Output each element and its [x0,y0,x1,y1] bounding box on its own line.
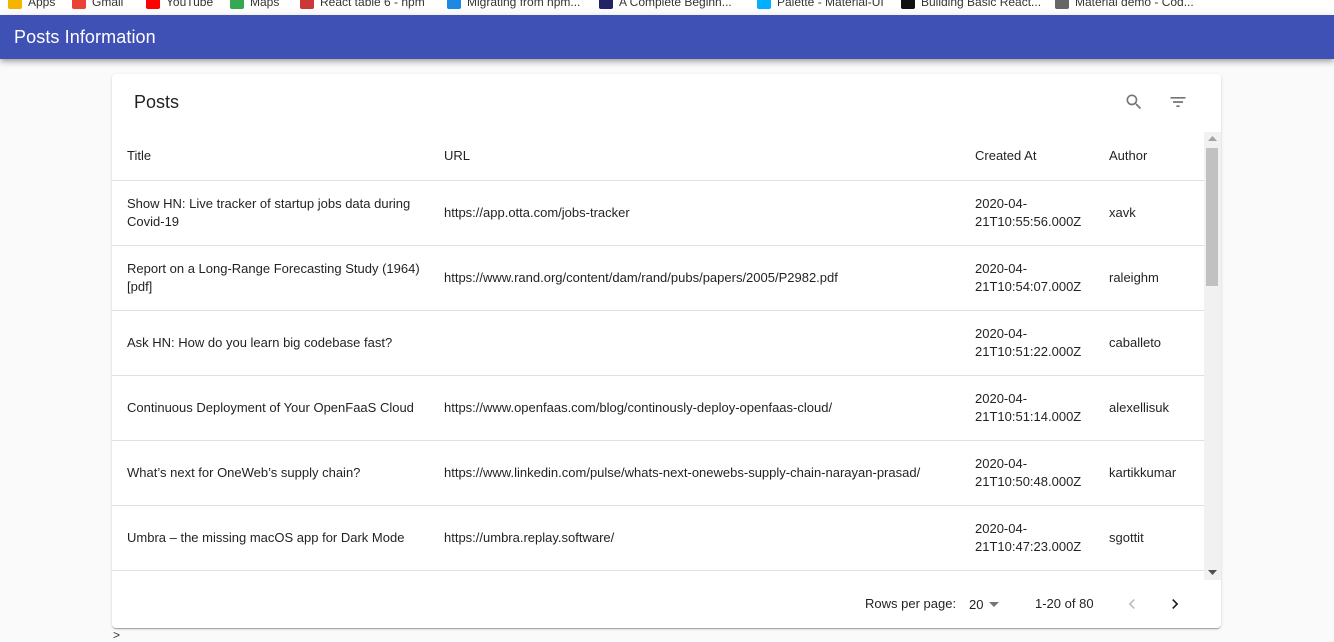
cell-author: kartikkumar [1109,465,1177,480]
cell-url: https://umbra.replay.software/ [444,530,615,545]
table-scrollbar[interactable] [1204,132,1221,580]
bookmark-label: Building Basic React... [921,0,1042,9]
app-bar: Posts Information [0,15,1334,59]
apps-grid-icon [8,0,22,9]
table-header-row: Title URL Created At Author [112,132,1204,181]
cell-title: Show HN: Live tracker of startup jobs da… [127,196,411,229]
cell-title: Umbra – the missing macOS app for Dark M… [127,530,405,545]
search-button[interactable] [1118,86,1150,118]
bookmark-label: Apps [28,0,56,9]
column-header-author[interactable]: Author [1109,132,1147,180]
bookmark-apps[interactable]: Apps [8,0,55,12]
maps-icon [230,0,244,9]
cell-url: https://app.otta.com/jobs-tracker [444,205,630,220]
cell-title: Ask HN: How do you learn big codebase fa… [127,335,393,350]
cell-author: caballeto [1109,335,1162,350]
cell-author: alexellisuk [1109,400,1169,415]
bookmark-label: Gmail [92,0,124,9]
table-row[interactable]: Umbra – the missing macOS app for Dark M… [112,506,1204,571]
bookmark-label: YouTube [166,0,214,9]
bookmark-label: A Complete Beginn... [619,0,732,9]
cell-created-at: 2020-04-21T10:50:48.000Z [975,456,1082,489]
site-icon [599,0,613,9]
bookmark-label: Palette - Material-UI [777,0,884,9]
cell-title: What’s next for OneWeb’s supply chain? [127,465,361,480]
table-row[interactable]: Show HN: Live tracker of startup jobs da… [112,181,1204,246]
column-header-title[interactable]: Title [127,132,151,180]
search-icon [1126,94,1142,110]
cell-created-at: 2020-04-21T10:51:22.000Z [975,326,1082,359]
column-header-url[interactable]: URL [444,132,470,180]
table-row[interactable]: Continuous Deployment of Your OpenFaaS C… [112,376,1204,441]
app-title: Posts Information [14,27,156,47]
npm-icon [300,0,314,9]
bookmarks-bar: Apps Gmail YouTube Maps React table 6 - … [0,0,1334,15]
cell-created-at: 2020-04-21T10:55:56.000Z [975,196,1082,229]
scrollbar-thumb[interactable] [1206,148,1218,286]
bookmark-label: Maps [250,0,280,9]
site-icon [901,0,915,9]
bookmark-migrating[interactable]: Migrating from npm... [447,0,580,12]
pagination-range: 1-20 of 80 [1035,596,1094,611]
dropdown-arrow-icon [989,601,1000,607]
posts-table-card: Posts Title URL Created At Author Show H… [112,74,1221,628]
cell-author: sgottit [1109,530,1144,545]
gmail-icon [72,0,86,9]
table-pagination: Rows per page: 20 1-20 of 80 [112,580,1221,628]
filter-button[interactable] [1162,86,1194,118]
chevron-right-icon [1172,599,1179,609]
bookmark-react-table[interactable]: React table 6 - npm [300,0,425,12]
bookmark-maps[interactable]: Maps [230,0,279,12]
bookmark-label: Material demo - Cod... [1075,0,1194,9]
bookmark-complete-beginner[interactable]: A Complete Beginn... [599,0,732,12]
site-icon [447,0,461,9]
cell-created-at: 2020-04-21T10:51:14.000Z [975,391,1082,424]
cell-author: raleighm [1109,270,1159,285]
cell-url [444,311,964,375]
bookmark-label: Migrating from npm... [467,0,581,9]
rows-per-page-label: Rows per page: [865,596,957,611]
scroll-up-arrow-icon[interactable] [1204,132,1221,146]
cell-url: https://www.openfaas.com/blog/continousl… [444,400,833,415]
rows-per-page-select[interactable]: 20 [969,592,1003,616]
youtube-icon [146,0,160,9]
table-toolbar: Posts [112,74,1221,130]
cell-url: https://www.rand.org/content/dam/rand/pu… [444,270,838,285]
chevron-left-icon [1128,599,1135,609]
rows-per-page-value: 20 [969,596,984,612]
material-ui-icon [757,0,771,9]
bookmark-gmail[interactable]: Gmail [72,0,123,12]
bookmark-palette[interactable]: Palette - Material-UI [757,0,884,12]
bookmark-label: React table 6 - npm [320,0,425,9]
previous-page-button[interactable] [1116,588,1148,620]
table-title: Posts [134,92,180,112]
cell-title: Continuous Deployment of Your OpenFaaS C… [127,400,414,415]
scroll-down-arrow-icon[interactable] [1204,566,1221,580]
cell-created-at: 2020-04-21T10:47:23.000Z [975,521,1082,554]
bookmark-youtube[interactable]: YouTube [146,0,213,12]
bookmark-building-react[interactable]: Building Basic React... [901,0,1041,12]
table-row[interactable]: What’s next for OneWeb’s supply chain? h… [112,441,1204,506]
cell-created-at: 2020-04-21T10:54:07.000Z [975,261,1082,294]
cell-title: Report on a Long-Range Forecasting Study… [127,261,420,294]
trailing-text: > [113,628,121,642]
filter-list-icon [1170,97,1186,107]
cell-url: https://www.linkedin.com/pulse/whats-nex… [444,465,921,480]
codesandbox-icon [1055,0,1069,9]
column-header-created-at[interactable]: Created At [975,132,1036,180]
cell-author: xavk [1109,205,1136,220]
table-row[interactable]: Ask HN: How do you learn big codebase fa… [112,311,1204,376]
next-page-button[interactable] [1159,588,1191,620]
bookmark-material-demo[interactable]: Material demo - Cod... [1055,0,1194,12]
table-row[interactable]: Report on a Long-Range Forecasting Study… [112,246,1204,311]
table-body-scroll[interactable]: Title URL Created At Author Show HN: Liv… [112,132,1221,628]
